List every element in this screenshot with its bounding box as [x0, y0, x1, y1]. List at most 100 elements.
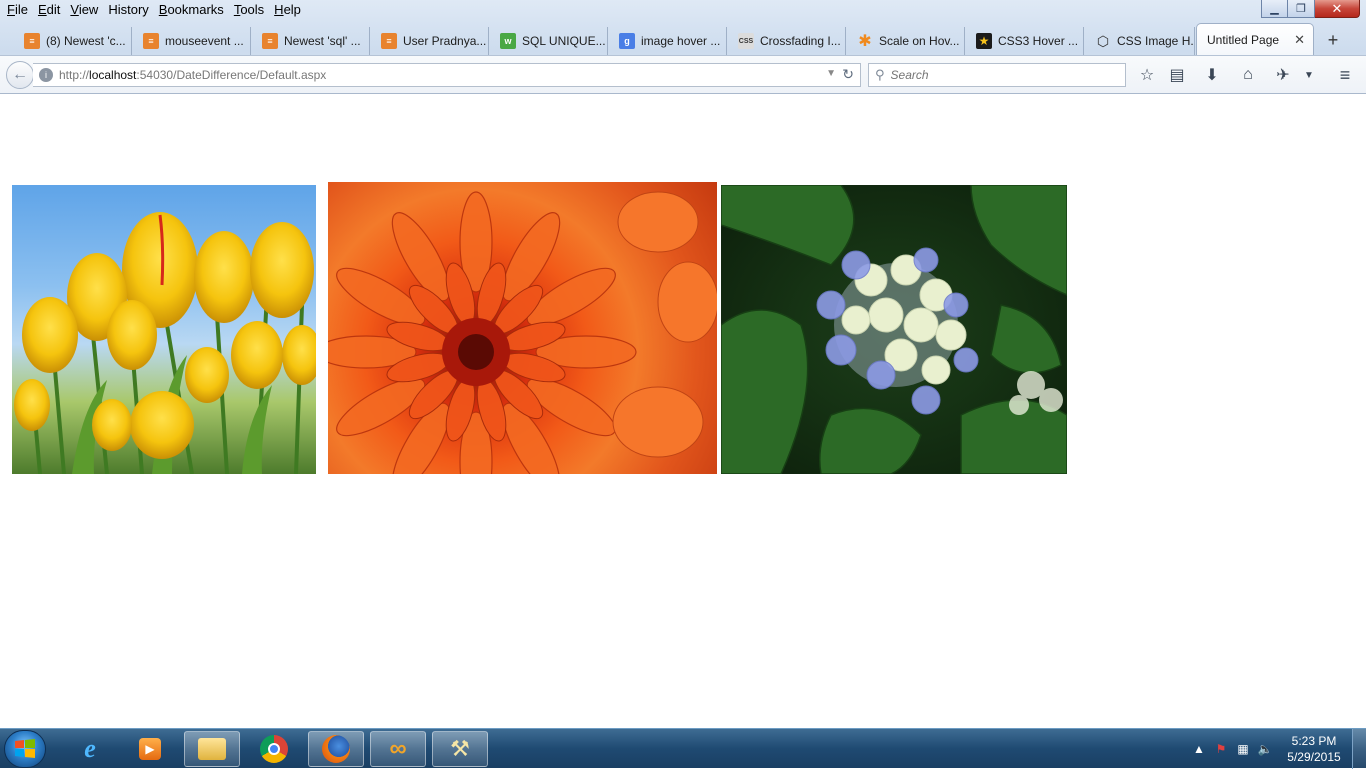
tab-sql-unique[interactable]: w SQL UNIQUE...	[490, 27, 608, 55]
url-scheme: http://	[59, 68, 90, 82]
taskbar: e ▶ ∞ ⚒ ▲ ⚑ ▦ 🔈 5:23 PM 5/29/2015	[0, 728, 1366, 769]
tab-css-image-hover[interactable]: ⬡ CSS Image H...	[1085, 27, 1195, 55]
tab-label: (8) Newest 'c...	[46, 34, 126, 48]
tab-user-pradnya[interactable]: ≡ User Pradnya...	[371, 27, 489, 55]
page-content	[0, 94, 1366, 728]
menu-bookmarks[interactable]: Bookmarks	[154, 0, 229, 20]
reading-list-icon[interactable]: ▤	[1166, 65, 1188, 85]
star-icon: ★	[976, 33, 992, 49]
menu-bar: File Edit View History Bookmarks Tools H…	[0, 0, 1250, 20]
browser-chrome: File Edit View History Bookmarks Tools H…	[0, 0, 1366, 94]
url-path: :54030/DateDifference/Default.aspx	[136, 68, 327, 82]
chrome-icon	[260, 735, 288, 763]
chevron-down-icon[interactable]: ▼	[1298, 65, 1320, 85]
action-center-flag-icon[interactable]: ⚑	[1210, 739, 1232, 759]
arrow-left-icon: ←	[12, 66, 28, 83]
show-hidden-icons-icon[interactable]: ▲	[1188, 739, 1210, 759]
menu-help[interactable]: Help	[269, 0, 306, 20]
close-window-button[interactable]: ✕	[1315, 0, 1360, 18]
stack-overflow-icon: ≡	[24, 33, 40, 49]
tab-scale-on-hover[interactable]: ✱ Scale on Hov...	[847, 27, 965, 55]
show-desktop-button[interactable]	[1352, 729, 1366, 769]
window-controls: ▁ ❐ ✕	[1261, 0, 1360, 18]
css3-icon: CSS	[738, 33, 754, 49]
tab-label: CSS Image H...	[1117, 34, 1195, 48]
media-player-icon: ▶	[139, 738, 161, 760]
stack-overflow-icon: ≡	[143, 33, 159, 49]
menu-hamburger-icon[interactable]: ≡	[1334, 65, 1356, 85]
tab-crossfading[interactable]: CSS Crossfading I...	[728, 27, 846, 55]
url-bar[interactable]: i http://localhost:54030/DateDifference/…	[33, 63, 861, 87]
w3schools-icon: w	[500, 33, 516, 49]
menu-view[interactable]: View	[65, 0, 103, 20]
tab-label: mouseevent ...	[165, 34, 244, 48]
visual-studio-icon: ∞	[389, 735, 407, 762]
system-tray: ▲ ⚑ ▦ 🔈 5:23 PM 5/29/2015	[1188, 729, 1366, 769]
windows-logo-icon	[15, 739, 35, 758]
minimize-icon: ▁	[1270, 3, 1279, 15]
clock[interactable]: 5:23 PM 5/29/2015	[1276, 733, 1352, 765]
chrysanthemum-illustration	[328, 191, 717, 474]
media-player-task[interactable]: ▶	[122, 731, 178, 767]
tab-label: User Pradnya...	[403, 34, 487, 48]
minimize-button[interactable]: ▁	[1261, 0, 1288, 18]
clock-date: 5/29/2015	[1287, 750, 1341, 764]
clock-time: 5:23 PM	[1291, 734, 1337, 748]
tab-untitled-page[interactable]: Untitled Page ✕	[1196, 23, 1314, 55]
tab-label: image hover ...	[641, 34, 721, 48]
tab-newest-sql[interactable]: ≡ Newest 'sql' ...	[252, 27, 370, 55]
restore-icon: ❐	[1296, 3, 1306, 15]
visual-studio-task[interactable]: ∞	[370, 731, 426, 767]
close-icon: ✕	[1331, 0, 1343, 16]
tab-label: CSS3 Hover ...	[998, 34, 1079, 48]
menu-history[interactable]: History	[103, 0, 153, 20]
tab-label: Crossfading I...	[760, 34, 841, 48]
url-host: localhost	[89, 68, 137, 82]
chrome-task[interactable]	[246, 731, 302, 767]
codepen-icon: ⬡	[1096, 32, 1110, 49]
tab-label: Newest 'sql' ...	[284, 34, 361, 48]
file-explorer-task[interactable]	[184, 731, 240, 767]
tools-app-task[interactable]: ⚒	[432, 731, 488, 767]
tab-label: Scale on Hov...	[879, 34, 960, 48]
tulips-illustration	[14, 212, 316, 474]
menu-file[interactable]: File	[2, 0, 33, 20]
internet-explorer-task[interactable]: e	[62, 731, 118, 767]
google-icon: g	[619, 33, 635, 49]
restore-button[interactable]: ❐	[1288, 0, 1315, 18]
hydrangea-image[interactable]	[721, 185, 1067, 474]
reload-icon[interactable]: ↻	[842, 66, 854, 83]
globe-icon: i	[39, 68, 53, 82]
addon-icon[interactable]: ✈	[1272, 65, 1294, 85]
volume-icon[interactable]: 🔈	[1254, 739, 1276, 759]
menu-edit[interactable]: Edit	[33, 0, 65, 20]
history-dropdown-icon[interactable]: ▼	[826, 68, 836, 79]
start-button[interactable]	[4, 730, 46, 768]
tab-mouseevent[interactable]: ≡ mouseevent ...	[133, 27, 251, 55]
search-icon: ⚲	[875, 67, 885, 82]
stack-overflow-icon: ≡	[381, 33, 397, 49]
bookmark-star-icon[interactable]: ☆	[1136, 65, 1158, 85]
search-input[interactable]	[890, 68, 1111, 82]
stack-overflow-icon: ≡	[262, 33, 278, 49]
back-button[interactable]: ←	[6, 61, 34, 89]
network-icon[interactable]: ▦	[1232, 739, 1254, 759]
plus-icon: +	[1327, 30, 1339, 50]
new-tab-button[interactable]: +	[1322, 29, 1344, 51]
tab-image-hover[interactable]: g image hover ...	[609, 27, 727, 55]
tab-label: SQL UNIQUE...	[522, 34, 606, 48]
tools-icon: ⚒	[450, 736, 470, 761]
menu-tools[interactable]: Tools	[229, 0, 269, 20]
tab-strip: ≡ (8) Newest 'c... ≡ mouseevent ... ≡ Ne…	[0, 23, 1366, 55]
url-text[interactable]: http://localhost:54030/DateDifference/De…	[59, 68, 326, 82]
tulips-image[interactable]	[12, 185, 316, 474]
tab-css3-hover[interactable]: ★ CSS3 Hover ...	[966, 27, 1084, 55]
chrysanthemum-image[interactable]	[328, 182, 717, 474]
close-tab-icon[interactable]: ✕	[1294, 32, 1305, 48]
download-icon[interactable]: ⬇	[1201, 65, 1223, 85]
home-icon[interactable]: ⌂	[1237, 65, 1259, 85]
tab-label: Untitled Page	[1207, 32, 1280, 47]
tab-newest-c[interactable]: ≡ (8) Newest 'c...	[14, 27, 132, 55]
firefox-task[interactable]	[308, 731, 364, 767]
hydrangea-illustration	[721, 185, 1067, 474]
